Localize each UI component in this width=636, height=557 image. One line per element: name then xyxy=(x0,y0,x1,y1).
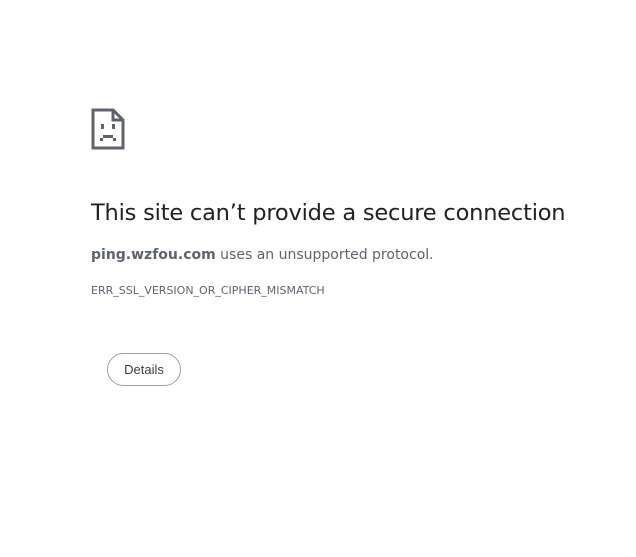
page-title: This site can’t provide a secure connect… xyxy=(91,200,566,226)
sad-page-icon xyxy=(91,108,125,150)
error-code: ERR_SSL_VERSION_OR_CIPHER_MISMATCH xyxy=(91,284,325,297)
details-button[interactable]: Details xyxy=(107,353,181,386)
error-message: uses an unsupported protocol. xyxy=(215,247,434,263)
error-description: ping.wzfou.com uses an unsupported proto… xyxy=(91,245,434,265)
site-host: ping.wzfou.com xyxy=(91,247,216,263)
